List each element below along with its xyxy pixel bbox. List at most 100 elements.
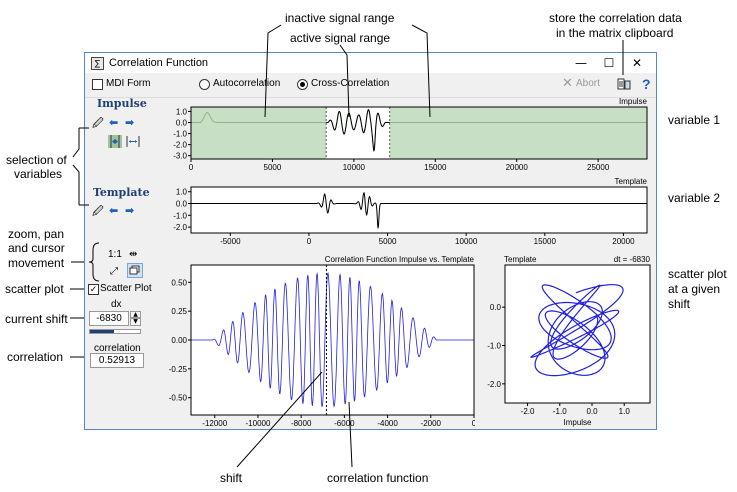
app-icon: ∑ <box>91 57 104 70</box>
window-title: Correlation Function <box>109 57 209 69</box>
y-tick-label: -3.0 <box>173 152 187 161</box>
annotation-store-line2: in the matrix clipboard <box>556 26 674 40</box>
mdi-form-checkbox[interactable] <box>92 79 103 90</box>
x-tick-label: -1.0 <box>553 407 567 416</box>
annotation-correlation-function: correlation function <box>327 471 429 485</box>
y-tick-label: 0.0 <box>176 118 188 127</box>
dx-label: dx <box>111 299 122 310</box>
correlation-plot-title: Correlation Function Impulse vs. Templat… <box>325 255 475 264</box>
autocorrelation-radio[interactable] <box>199 79 210 90</box>
annotation-zoom-line1: zoom, pan <box>8 227 65 241</box>
y-tick-label: -2.0 <box>173 141 187 150</box>
annotation-zoom-line3: movement <box>8 256 65 270</box>
dx-input[interactable]: -6830 <box>89 311 129 326</box>
plot-area <box>505 265 650 403</box>
template-heading: Template <box>93 186 150 199</box>
title-bar[interactable]: ∑ Correlation Function — ☐ ✕ <box>85 53 656 73</box>
scatter-plot-checkbox[interactable]: ✓ <box>88 284 99 295</box>
x-tick-label: -12000 <box>202 419 227 428</box>
y-tick-label: -1.0 <box>487 342 501 351</box>
impulse-heading: Impulse <box>97 97 147 110</box>
x-tick-label: -2000 <box>421 419 442 428</box>
annotation-selection-line2: variables <box>14 167 63 181</box>
x-tick-label: 20000 <box>612 237 635 246</box>
scatter-plot-title: dt = -6830 <box>614 255 651 264</box>
y-tick-label: 0.25 <box>171 307 187 316</box>
range-select-icon[interactable] <box>108 135 122 148</box>
matrix-clipboard-icon <box>617 78 631 90</box>
pan-window-button[interactable] <box>127 263 143 278</box>
impulse-plot-title: Impulse <box>619 97 648 106</box>
help-button[interactable]: ? <box>642 76 651 92</box>
cross-correlation-radio[interactable] <box>297 79 308 90</box>
impulse-next-arrow-icon[interactable]: ➡ <box>125 117 134 128</box>
template-next-arrow-icon[interactable]: ➡ <box>125 205 134 216</box>
x-tick-label: 1.0 <box>619 407 631 416</box>
inactive-range-shading <box>191 107 647 159</box>
toolbar: MDI Form Autocorrelation Cross-Correlati… <box>85 73 656 98</box>
pan-window-icon <box>129 265 140 275</box>
range-expand-icon[interactable] <box>126 135 140 148</box>
y-tick-label: -2.0 <box>173 223 187 232</box>
cross-correlation-label: Cross-Correlation <box>311 78 390 89</box>
y-tick-label: -0.50 <box>169 394 188 403</box>
x-tick-label: -10000 <box>246 419 271 428</box>
x-tick-label: -8000 <box>291 419 312 428</box>
annotation-scatter-given-line2: at a given <box>668 282 721 296</box>
minimize-button[interactable]: — <box>567 53 595 73</box>
x-tick-label: 5000 <box>264 163 282 172</box>
y-tick-label: -1.0 <box>173 211 187 220</box>
abort-button[interactable]: Abort <box>576 78 600 89</box>
x-tick-label: 0 <box>307 237 312 246</box>
x-tick-label: 10000 <box>343 163 366 172</box>
template-select-variable-icon[interactable]: 🖉 <box>92 206 104 217</box>
x-tick-label: -6000 <box>334 419 355 428</box>
shift-progress-bar[interactable] <box>89 329 141 334</box>
x-tick-label: -2.0 <box>521 407 535 416</box>
y-tick-label: 1.0 <box>176 188 188 197</box>
x-tick-label: 15000 <box>534 237 557 246</box>
dx-spin-up[interactable]: ▲ <box>130 311 141 318</box>
correlation-value: 0.52913 <box>90 353 144 368</box>
autocorrelation-label: Autocorrelation <box>213 78 281 89</box>
maximize-button[interactable]: ☐ <box>595 53 623 73</box>
y-tick-label: 0.0 <box>490 303 502 312</box>
scatter-plot-label: Scatter Plot <box>100 283 152 294</box>
y-tick-label: -1.0 <box>173 130 187 139</box>
template-plot-title: Template <box>615 177 648 186</box>
y-tick-label: 0.50 <box>171 278 187 287</box>
x-tick-label: 25000 <box>587 163 610 172</box>
cursor-move-icon[interactable]: ⇹ <box>129 249 137 260</box>
mdi-form-label: MDI Form <box>106 78 151 89</box>
plot-area <box>191 187 647 233</box>
x-tick-label: 0.0 <box>586 407 598 416</box>
impulse-select-variable-icon[interactable]: 🖉 <box>92 118 104 129</box>
dx-spin-down[interactable]: ▼ <box>130 318 141 326</box>
impulse-prev-arrow-icon[interactable]: ⬅ <box>109 117 118 128</box>
x-tick-label: 0 <box>189 163 194 172</box>
annotation-scatter-given-line1: scatter plot <box>668 267 727 281</box>
y-tick-label: -2.0 <box>487 380 501 389</box>
correlation-plot[interactable]: Correlation Function Impulse vs. Templat… <box>155 253 475 431</box>
impulse-plot[interactable]: Impulse 0 5000 10000 15000 20000 25000 1.0 0.0 -1… <box>155 97 655 173</box>
template-plot[interactable]: Template -5000 0 5000 10000 15000 20000 1.0 0.0 -… <box>155 177 655 251</box>
correlation-function-window: ∑ Correlation Function — ☐ ✕ MDI Form Au… <box>84 52 657 430</box>
zoom-expand-icon[interactable]: ⤢ <box>110 266 118 277</box>
x-tick-label: 10000 <box>455 237 478 246</box>
x-tick-label: 0 <box>472 419 475 428</box>
annotation-current-shift: current shift <box>5 312 68 326</box>
template-prev-arrow-icon[interactable]: ⬅ <box>109 205 118 216</box>
close-button[interactable]: ✕ <box>623 53 651 73</box>
matrix-clipboard-button[interactable] <box>617 77 631 91</box>
annotation-variable-1: variable 1 <box>668 113 721 127</box>
y-tick-label: -0.25 <box>169 365 188 374</box>
x-tick-label: 15000 <box>424 163 447 172</box>
scatter-plot[interactable]: dt = -6830 Template Impulse -2.0 -1.0 0.0 1.0 0… <box>480 253 656 431</box>
x-tick-label: 5000 <box>379 237 397 246</box>
annotation-inactive-range: inactive signal range <box>285 11 395 25</box>
shift-progress-fill <box>90 330 114 333</box>
zoom-reset-button[interactable]: 1:1 <box>108 249 122 260</box>
scatter-x-axis-label: Impulse <box>563 418 592 427</box>
annotation-active-range: active signal range <box>290 31 391 45</box>
active-range-window <box>326 107 390 159</box>
